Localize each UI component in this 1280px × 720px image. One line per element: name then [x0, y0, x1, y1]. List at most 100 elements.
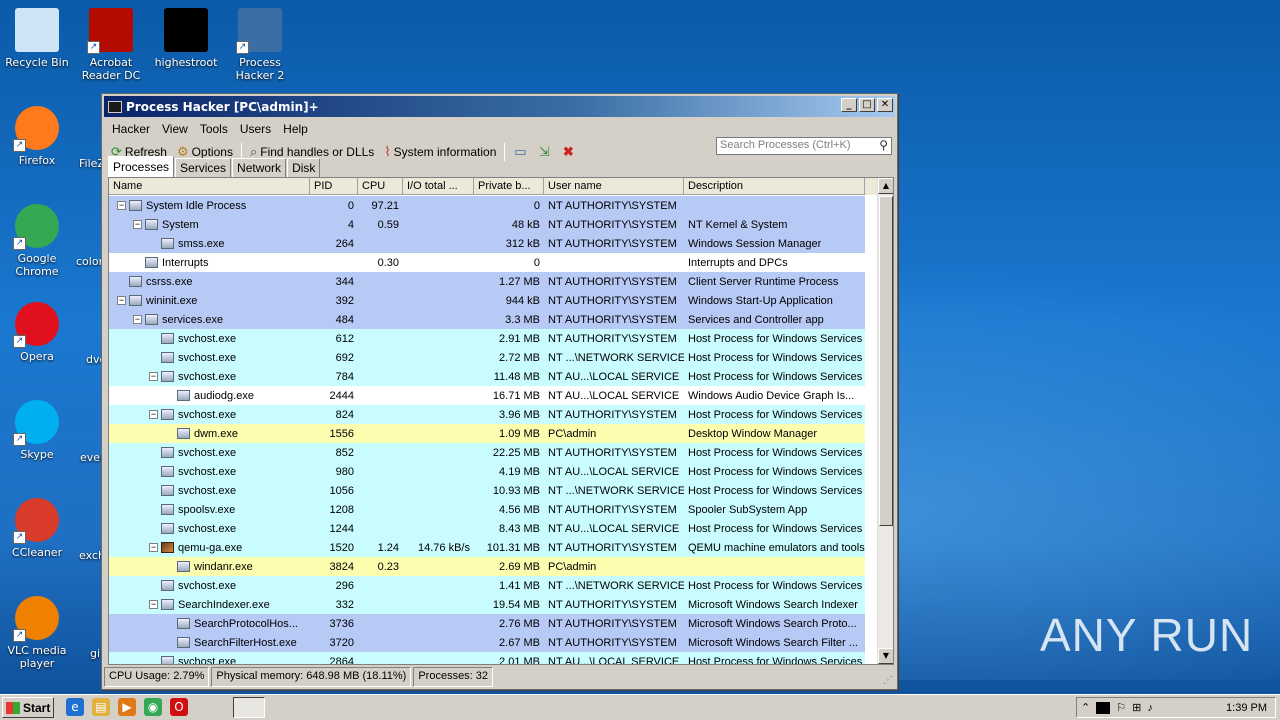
network-icon[interactable]: ⊞	[1132, 701, 1141, 714]
process-row[interactable]: svchost.exe 692 2.72 MB NT ...\NETWORK SERV…	[109, 348, 865, 367]
process-name-cell: SearchProtocolHos...	[109, 618, 310, 630]
collapse-toggle-icon[interactable]: −	[117, 201, 126, 210]
process-priv-cell: 8.43 MB	[499, 522, 540, 535]
resize-grip-icon[interactable]: ⋰	[883, 675, 895, 687]
column-pid[interactable]: PID	[310, 178, 358, 195]
process-row[interactable]: audiodg.exe 2444 16.71 MB NT AU...\LOCAL SE…	[109, 386, 865, 405]
process-name-cell: svchost.exe	[109, 352, 310, 364]
status-cpu-usage: CPU Usage: 2.79%	[104, 667, 210, 687]
tab-processes[interactable]: Processes	[108, 156, 175, 177]
tray-expand-icon[interactable]: ⌃	[1081, 701, 1090, 714]
flag-icon[interactable]: ⚐	[1116, 701, 1126, 714]
process-row[interactable]: svchost.exe 980 4.19 MB NT AU...\LOCAL SERV…	[109, 462, 865, 481]
clock[interactable]: 1:39 PM	[1226, 702, 1275, 714]
scroll-thumb[interactable]	[879, 196, 893, 526]
opera-icon[interactable]: O	[170, 698, 188, 716]
close-button[interactable]: ✕	[877, 98, 893, 112]
desktop-icon-acrobat[interactable]: ↗ Acrobat Reader DC	[74, 8, 148, 82]
desktop-icon-highestroot[interactable]: highestroot	[149, 8, 223, 69]
desktop-icon-vlc[interactable]: ↗ VLC media player	[0, 596, 74, 670]
process-row[interactable]: svchost.exe 2864 2.01 MB NT AU...\LOCAL SER…	[109, 652, 865, 664]
column-io-total[interactable]: I/O total ...	[403, 178, 474, 195]
desktop-icon-skype[interactable]: ↗ Skype	[0, 400, 74, 461]
process-row[interactable]: spoolsv.exe 1208 4.56 MB NT AUTHORITY\SYSTE…	[109, 500, 865, 519]
process-row[interactable]: SearchFilterHost.exe 3720 2.67 MB NT AUTHOR…	[109, 633, 865, 652]
menu-help[interactable]: Help	[277, 122, 314, 136]
menu-users[interactable]: Users	[234, 122, 277, 136]
partial-label-color[interactable]: color	[76, 255, 103, 268]
process-priv-cell: 1.27 MB	[499, 275, 540, 288]
process-row[interactable]: svchost.exe 1056 10.93 MB NT ...\NETWORK SE…	[109, 481, 865, 500]
process-row[interactable]: smss.exe 264 312 kB NT AUTHORITY\SYSTEM Wind…	[109, 234, 865, 253]
process-row[interactable]: − wininit.exe 392 944 kB NT AUTHORITY\SYSTEM…	[109, 291, 865, 310]
process-pid-cell: 824	[335, 408, 354, 421]
process-row[interactable]: svchost.exe 612 2.91 MB NT AUTHORITY\SYSTEM…	[109, 329, 865, 348]
collapse-toggle-icon[interactable]: −	[133, 220, 142, 229]
process-pid-cell: 484	[335, 313, 354, 326]
process-row[interactable]: − svchost.exe 824 3.96 MB NT AUTHORITY\SYSTE…	[109, 405, 865, 424]
column-description[interactable]: Description	[684, 178, 865, 195]
window-arrow-icon[interactable]: ⇲	[535, 144, 553, 160]
process-hacker-taskbar-button[interactable]	[233, 697, 265, 718]
column-user-name[interactable]: User name	[544, 178, 684, 195]
collapse-toggle-icon[interactable]: −	[149, 600, 158, 609]
terminal-icon[interactable]	[1096, 701, 1111, 714]
maximize-button[interactable]: □	[859, 98, 875, 112]
process-user-cell: NT ...\NETWORK SERVICE	[548, 351, 684, 364]
process-row[interactable]: windanr.exe 3824 0.23 2.69 MB PC\admin	[109, 557, 865, 576]
scroll-up-arrow-icon[interactable]: ▲	[878, 178, 893, 194]
process-name: SearchFilterHost.exe	[194, 636, 297, 649]
explorer-icon[interactable]: ▤	[92, 698, 110, 716]
tab-services[interactable]: Services	[175, 158, 232, 177]
menu-view[interactable]: View	[156, 122, 194, 136]
terminate-icon[interactable]: ✖	[559, 144, 577, 160]
desktop-icon-firefox[interactable]: ↗ Firefox	[0, 106, 74, 167]
menu-tools[interactable]: Tools	[194, 122, 234, 136]
column-cpu[interactable]: CPU	[358, 178, 403, 195]
minimize-button[interactable]: _	[841, 98, 857, 112]
collapse-toggle-icon[interactable]: −	[149, 543, 158, 552]
search-processes-input[interactable]: Search Processes (Ctrl+K) ⚲	[716, 137, 892, 155]
process-row[interactable]: svchost.exe 852 22.25 MB NT AUTHORITY\SYSTE…	[109, 443, 865, 462]
menu-hacker[interactable]: Hacker	[106, 122, 156, 136]
process-row[interactable]: − System 4 0.59 48 kB NT AUTHORITY\SYSTEM NT K…	[109, 215, 865, 234]
title-bar[interactable]: Process Hacker [PC\admin]+	[104, 96, 895, 117]
process-row[interactable]: − svchost.exe 784 11.48 MB NT AU...\LOCAL SE…	[109, 367, 865, 386]
desktop-icon-recycle[interactable]: Recycle Bin	[0, 8, 74, 69]
process-user-cell: NT AUTHORITY\SYSTEM	[548, 332, 677, 345]
collapse-toggle-icon[interactable]: −	[117, 296, 126, 305]
skype-icon: ↗	[13, 400, 59, 446]
start-button[interactable]: Start	[2, 697, 54, 718]
column-private-bytes[interactable]: Private b...	[474, 178, 544, 195]
media-player-icon[interactable]: ▶	[118, 698, 136, 716]
process-row[interactable]: SearchProtocolHos... 3736 2.76 MB NT AUTHOR…	[109, 614, 865, 633]
desktop-icon-chrome[interactable]: ↗ Google Chrome	[0, 204, 74, 278]
vertical-scrollbar[interactable]: ▲ ▼	[877, 178, 893, 664]
process-row[interactable]: dwm.exe 1556 1.09 MB PC\admin Desktop Window…	[109, 424, 865, 443]
tab-disk[interactable]: Disk	[287, 158, 321, 177]
speaker-icon[interactable]: ♪	[1147, 702, 1153, 714]
process-row[interactable]: csrss.exe 344 1.27 MB NT AUTHORITY\SYSTEM Cl…	[109, 272, 865, 291]
process-name: svchost.exe	[178, 484, 237, 497]
process-row[interactable]: − System Idle Process 0 97.21 0 NT AUTHORITY\…	[109, 196, 865, 215]
process-row[interactable]: svchost.exe 1244 8.43 MB NT AU...\LOCAL SER…	[109, 519, 865, 538]
collapse-toggle-icon[interactable]: −	[149, 410, 158, 419]
tab-network[interactable]: Network	[232, 158, 287, 177]
column-name[interactable]: Name	[109, 178, 310, 195]
process-row[interactable]: Interrupts 0.30 0 Interrupts and DPCs	[109, 253, 865, 272]
process-row[interactable]: − qemu-ga.exe 1520 1.24 14.76 kB/s 101.31 MB N…	[109, 538, 865, 557]
partial-label-gi[interactable]: gi	[90, 647, 100, 660]
collapse-toggle-icon[interactable]: −	[149, 372, 158, 381]
system-information-button[interactable]: ⌇ System information	[379, 144, 501, 160]
process-row[interactable]: − services.exe 484 3.3 MB NT AUTHORITY\SYSTE…	[109, 310, 865, 329]
process-row[interactable]: − SearchIndexer.exe 332 19.54 MB NT AUTHORIT…	[109, 595, 865, 614]
desktop-icon-opera[interactable]: ↗ Opera	[0, 302, 74, 363]
process-row[interactable]: svchost.exe 296 1.41 MB NT ...\NETWORK SERV…	[109, 576, 865, 595]
ie-icon[interactable]: e	[66, 698, 84, 716]
desktop-icon-ccleaner[interactable]: ↗ CCleaner	[0, 498, 74, 559]
collapse-toggle-icon[interactable]: −	[133, 315, 142, 324]
desktop-icon-processhacker[interactable]: ↗ Process Hacker 2	[223, 8, 297, 82]
chrome-icon[interactable]: ◉	[144, 698, 162, 716]
window-icon[interactable]: ▭	[511, 144, 529, 160]
scroll-down-arrow-icon[interactable]: ▼	[878, 648, 893, 664]
